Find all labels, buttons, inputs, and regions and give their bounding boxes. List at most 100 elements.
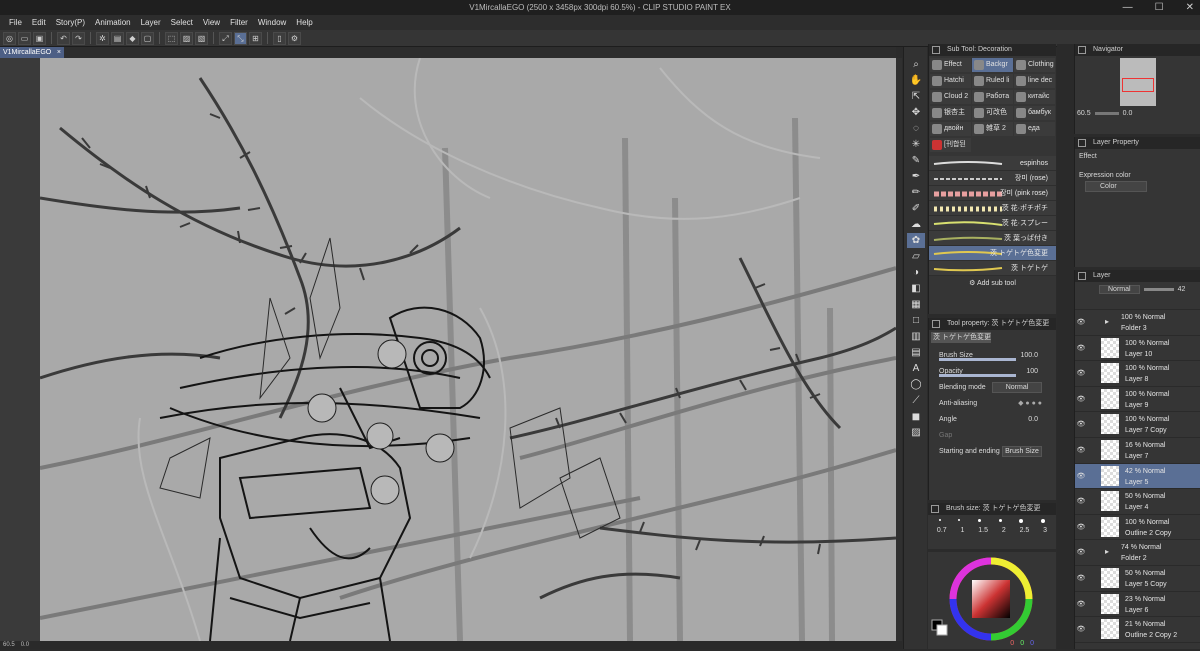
visibility-eye-icon[interactable]: 👁 [1075,310,1087,335]
status-zoom[interactable]: 60.5 [3,642,15,648]
antialias-row[interactable]: Anti-aliasing ◆ ● ● ● [929,395,1056,411]
visibility-eye-icon[interactable]: 👁 [1075,489,1087,514]
drawing-canvas[interactable] [40,58,896,641]
decoration-tool-icon[interactable]: ✿ [907,233,925,248]
menu-layer[interactable]: Layer [141,18,161,27]
subtool-tag-weeds[interactable]: 雑草 2 [972,121,1013,136]
figure-tool-icon[interactable]: □ [907,313,925,328]
angle-row[interactable]: Angle 0.0 [929,411,1056,427]
add-subtool-button[interactable]: ⚙ Add sub tool [929,276,1056,292]
subtool-tag-cloud[interactable]: Cloud 2 [930,89,971,104]
layer-opacity[interactable]: 42 [1178,286,1186,293]
select-icon[interactable]: ▧ [195,31,208,45]
minimize-button[interactable]: — [1123,0,1133,15]
size-preset[interactable] [978,519,982,522]
hand-tool-icon[interactable]: ✋ [907,73,925,88]
visibility-eye-icon[interactable]: 👁 [1075,566,1087,591]
subtool-tag-double[interactable]: двойн [930,121,971,136]
layer-row[interactable]: 👁 50 % Normal Layer 5 Copy [1075,566,1200,592]
subtool-tag-effect[interactable]: Effect [930,57,971,72]
layer-row[interactable]: 👁 100 % Normal Outline 2 Copy [1075,515,1200,541]
snap-grid-icon[interactable]: ⊞ [249,31,262,45]
menu-select[interactable]: Select [171,18,193,27]
layer-row[interactable]: 👁 100 % Normal Layer 8 [1075,361,1200,387]
brush-item[interactable]: espinhos [929,156,1056,171]
close-button[interactable]: ✕ [1186,0,1194,15]
subtool-tag-rabota[interactable]: Работа [972,89,1013,104]
layer-row[interactable]: 👁 21 % Normal Outline 2 Copy 2 [1075,617,1200,643]
navigator-zoom[interactable]: 60.5 [1077,110,1091,117]
visibility-eye-icon[interactable]: 👁 [1075,540,1087,565]
menu-view[interactable]: View [203,18,220,27]
eraser-icon[interactable]: ▱ [907,249,925,264]
layer-folder[interactable]: 👁 ▸ 🗀 74 % Normal Folder 2 [1075,540,1200,576]
ruler-tool-icon[interactable]: ▤ [907,345,925,360]
document-tab-close-icon[interactable]: × [57,47,61,58]
visibility-eye-icon[interactable]: 👁 [1075,515,1087,540]
navigator-preview[interactable] [1119,58,1156,106]
visibility-eye-icon[interactable]: 👁 [1075,387,1087,412]
gap-row[interactable]: Gap [929,427,1056,443]
pen-tool-icon[interactable]: ✒ [907,169,925,184]
balloon-tool-icon[interactable]: ◯ [907,377,925,392]
navigator-angle[interactable]: 0.0 [1123,110,1133,117]
clear-icon[interactable]: ▤ [111,31,124,45]
menu-help[interactable]: Help [296,18,312,27]
brush-item[interactable]: 茨 トゲトゲ [929,261,1056,276]
subtool-tag-food[interactable]: еда [1014,121,1055,136]
layer-row[interactable]: 👁 23 % Normal Layer 6 [1075,592,1200,618]
visibility-eye-icon[interactable]: 👁 [1075,336,1087,361]
save-icon[interactable]: ▣ [33,31,46,45]
brush-item[interactable]: 茨 花·ポチポチ [929,201,1056,216]
opacity-row[interactable]: Opacity 100 [929,363,1056,379]
text-tool-icon[interactable]: A [907,361,925,376]
new-icon[interactable]: ▭ [18,31,31,45]
pencil-tool-icon[interactable]: ✏ [907,185,925,200]
fill-icon[interactable]: ◆ [126,31,139,45]
visibility-eye-icon[interactable]: 👁 [1075,438,1087,463]
operation-tool-icon[interactable]: ⇱ [907,89,925,104]
fill-tool-icon[interactable]: ◧ [907,281,925,296]
color-wheel[interactable] [928,552,1056,649]
brush-item-selected[interactable]: 茨 トゲトゲ色変更 [929,246,1056,261]
menu-edit[interactable]: Edit [32,18,46,27]
app-icon[interactable]: ◎ [3,31,16,45]
subtool-tag-merged[interactable]: [刊합된 [930,137,971,152]
snap-ruler-icon[interactable]: ⤢ [219,31,232,45]
layer-row[interactable]: 👁 100 % Normal Layer 9 [1075,387,1200,413]
visibility-eye-icon[interactable]: 👁 [1075,412,1087,437]
main-color-icon[interactable]: ■ [907,409,925,424]
expression-select[interactable]: Color [1085,181,1147,192]
magic-wand-icon[interactable]: ✳ [907,137,925,152]
status-angle[interactable]: 0.0 [21,642,29,648]
brush-item[interactable]: 장미 (rose) [929,171,1056,186]
subtool-tag-background[interactable]: Backgr [972,57,1013,72]
visibility-eye-icon[interactable]: 👁 [1075,592,1087,617]
subtool-tag-hatching[interactable]: Hatchi [930,73,971,88]
subtool-tag-ginkgo[interactable]: 银杏主 [930,105,971,120]
menu-filter[interactable]: Filter [230,18,248,27]
layer-row[interactable]: 👁 50 % Normal Layer 4 [1075,489,1200,515]
subtool-tag-clothing[interactable]: Clothing [1014,57,1055,72]
brush-item[interactable]: 장미 (pink rose) [929,186,1056,201]
gradient-tool-icon[interactable]: ▦ [907,297,925,312]
layer-row[interactable]: 👁 100 % Normal Layer 7 Copy [1075,412,1200,438]
canvas-scrollbar[interactable] [896,58,902,641]
subtool-tag-ruled[interactable]: Ruled li [972,73,1013,88]
blending-row[interactable]: Blending mode Normal [929,379,1056,395]
deselect-icon[interactable]: ⬚ [165,31,178,45]
snap-special-icon[interactable]: ⤡ [234,31,247,45]
size-preset[interactable] [958,519,961,521]
subtool-tag-line-dec[interactable]: line dec [1014,73,1055,88]
visibility-eye-icon[interactable]: 👁 [1075,464,1087,489]
invert-icon[interactable]: ▨ [180,31,193,45]
correct-line-icon[interactable]: ⟋ [907,393,925,408]
redo-icon[interactable]: ↷ [72,31,85,45]
blend-mode-select[interactable]: Normal [1099,284,1140,294]
layer-row[interactable]: 👁 100 % Normal Layer 10 [1075,336,1200,362]
layer-row[interactable]: 👁 16 % Normal Layer 7 [1075,438,1200,464]
brush-item[interactable]: 茨 葉っぱ付き [929,231,1056,246]
document-tab[interactable]: V1MircallaEGO × [0,47,64,58]
brush-size-row[interactable]: Brush Size 100.0 [929,347,1056,363]
device-icon[interactable]: ▯ [273,31,286,45]
